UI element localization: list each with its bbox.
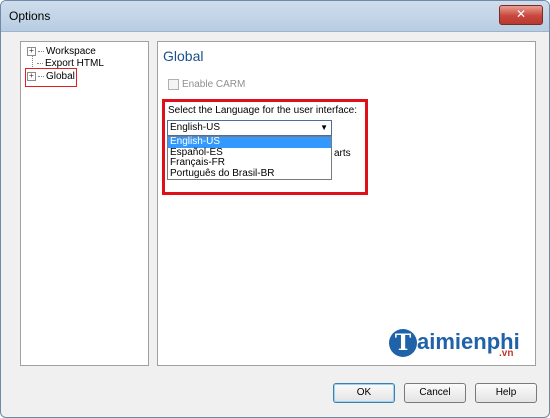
dialog-client-area: + Workspace Export HTML + Global Global En… — [9, 39, 542, 411]
close-icon: ✕ — [515, 7, 527, 21]
plus-box-icon[interactable]: + — [27, 46, 36, 56]
tree-connector — [37, 62, 43, 64]
tree-item-label: Workspace — [46, 46, 96, 57]
language-select[interactable]: English-US ▼ — [167, 120, 332, 136]
language-option-francais-fr[interactable]: Français-FR — [168, 157, 331, 169]
language-option-english-us[interactable]: English-US — [168, 136, 331, 148]
window-title: Options — [9, 9, 51, 23]
enable-carm-checkbox[interactable] — [168, 79, 179, 90]
chevron-down-icon[interactable]: ▼ — [320, 121, 328, 135]
obscured-option-text: arts — [334, 148, 351, 159]
cancel-button[interactable]: Cancel — [404, 383, 466, 403]
options-dialog: Options ✕ + Workspace Export HTML + Global… — [0, 0, 550, 418]
tree-item-workspace[interactable]: + Workspace — [27, 46, 96, 58]
logo-suffix: .vn — [499, 348, 514, 359]
panel-heading: Global — [163, 48, 204, 64]
language-option-portugues-br[interactable]: Português do Brasil-BR — [168, 168, 331, 180]
tree-connector — [38, 50, 44, 52]
language-dropdown-list: English-US Español-ES Français-FR Portug… — [167, 136, 332, 180]
language-select-value: English-US — [170, 122, 221, 133]
enable-carm-option[interactable]: Enable CARM — [168, 79, 245, 90]
highlight-annotation-box — [25, 68, 77, 87]
logo-letter: T — [389, 329, 417, 357]
ok-button[interactable]: OK — [333, 383, 395, 403]
title-bar: Options ✕ — [1, 1, 549, 32]
enable-carm-label: Enable CARM — [182, 79, 246, 90]
options-tree: + Workspace Export HTML + Global — [20, 41, 149, 366]
language-label: Select the Language for the user interfa… — [168, 105, 358, 116]
help-button[interactable]: Help — [475, 383, 537, 403]
settings-panel: Global Enable CARM Select the Language f… — [157, 41, 536, 366]
close-button[interactable]: ✕ — [499, 5, 543, 25]
